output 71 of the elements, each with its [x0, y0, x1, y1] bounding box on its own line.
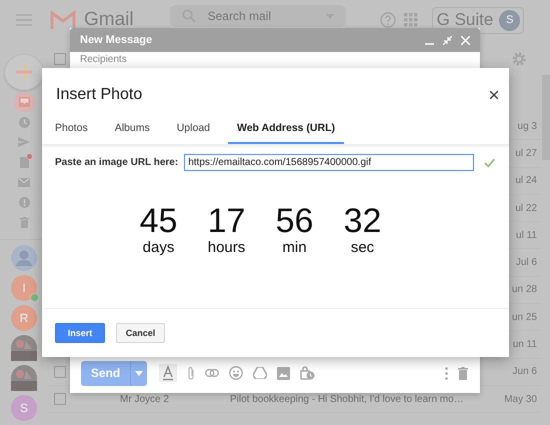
alert-icon: [18, 197, 30, 208]
recipients-field[interactable]: Recipients: [70, 52, 480, 65]
settings-icon[interactable]: [512, 52, 526, 66]
image-icon[interactable]: [277, 366, 290, 380]
close-icon[interactable]: [490, 91, 498, 99]
mail-date: ul 22: [515, 202, 537, 214]
nav-item[interactable]: [13, 92, 35, 112]
exit-fullscreen-icon[interactable]: [443, 36, 452, 44]
countdown-number: 56: [276, 203, 314, 239]
trash-icon[interactable]: [458, 366, 468, 380]
tab[interactable]: Photos: [46, 118, 97, 144]
countdown-number: 32: [344, 203, 382, 239]
link-icon[interactable]: [205, 369, 219, 377]
dialog-title: Insert Photo: [56, 86, 142, 104]
mail-date: Jul 6: [516, 257, 537, 268]
help-icon[interactable]: [380, 12, 396, 28]
insert-button[interactable]: Insert: [55, 323, 105, 343]
clock-icon: [18, 116, 30, 128]
mail-date: ug 3: [518, 120, 537, 132]
avatar[interactable]: S: [499, 10, 520, 30]
tab[interactable]: Upload: [168, 118, 219, 144]
tab[interactable]: Albums: [106, 118, 159, 144]
caret-icon[interactable]: [135, 370, 143, 376]
inbox-icon: [18, 96, 30, 107]
mail-date: un 28: [512, 284, 537, 296]
contact-avatar[interactable]: I: [11, 275, 37, 302]
notification-dot: [27, 154, 32, 160]
countdown-unit: hours: [208, 239, 246, 257]
apps-grid-icon[interactable]: [404, 13, 418, 27]
countdown-unit: days: [142, 239, 174, 257]
sender-name: Mr Joyce 2: [120, 394, 170, 405]
send-button[interactable]: Send: [81, 360, 147, 386]
select-checkbox[interactable]: [54, 53, 66, 65]
smiley-icon[interactable]: [229, 366, 243, 380]
countdown-unit: sec: [350, 239, 374, 257]
countdown-unit: min: [282, 239, 307, 257]
row-checkbox[interactable]: [54, 366, 66, 378]
search-field[interactable]: Search mail: [170, 5, 346, 27]
row-checkbox[interactable]: [54, 393, 66, 406]
countdown-number: 45: [140, 203, 178, 239]
url-label: Paste an image URL here:: [55, 157, 178, 168]
mail-date: ul 27: [515, 148, 537, 159]
envelope-logo-icon: [50, 10, 76, 30]
compose-title: New Message: [80, 34, 152, 46]
url-input[interactable]: https://emailtaco.com/1568957400000.gif: [184, 154, 474, 171]
mail-date: May 30: [504, 394, 537, 405]
countdown-number: 17: [208, 203, 246, 239]
mail-date: ul 11: [516, 230, 537, 241]
trash-icon: [20, 217, 28, 228]
compose-button[interactable]: [5, 55, 43, 90]
menu-icon[interactable]: [16, 14, 32, 26]
mail-date: ul 24: [515, 175, 537, 186]
cancel-button[interactable]: Cancel: [116, 323, 165, 343]
plus-icon: [16, 64, 32, 80]
mail-date: un 25: [512, 312, 537, 323]
text-format-icon[interactable]: [159, 364, 177, 382]
subject-snippet: Pilot bookkeeping - Hi Shobhit, I'd love to learn mo…: [230, 394, 464, 405]
contact-avatar[interactable]: R: [11, 305, 37, 332]
online-dot: [30, 293, 39, 302]
more-options-icon[interactable]: [445, 366, 448, 380]
contact-avatar[interactable]: S: [11, 395, 37, 422]
document-icon: [20, 156, 28, 168]
contact-avatar[interactable]: [11, 245, 37, 272]
app-name: Gmail: [84, 9, 134, 31]
paperclip-icon[interactable]: [187, 366, 195, 380]
mail-date: un 11: [512, 339, 537, 350]
lock-clock-icon[interactable]: [300, 366, 315, 380]
tab[interactable]: Web Address (URL): [228, 118, 344, 144]
mail-date: Jun 6: [512, 366, 537, 378]
send-icon: [18, 137, 30, 148]
envelope-icon: [18, 178, 30, 188]
